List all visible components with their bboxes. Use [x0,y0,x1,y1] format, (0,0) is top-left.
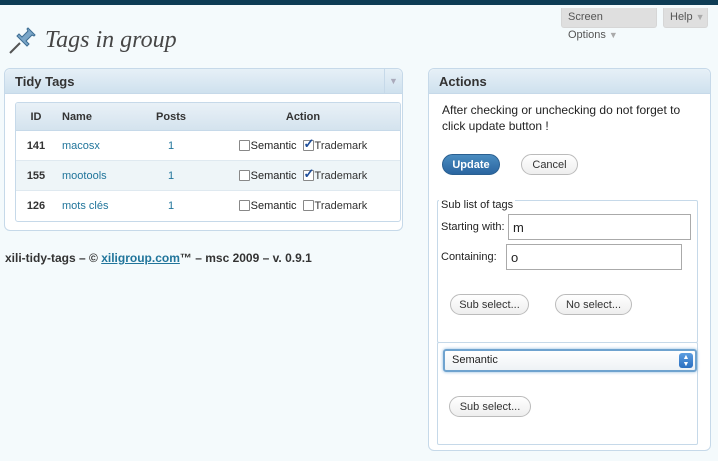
table-row: 155 mootools 1 Semantic Trademark [16,161,400,191]
update-reminder-text: After checking or unchecking do not forg… [442,103,681,133]
tag-name-link[interactable]: mots clés [62,200,108,212]
chevron-down-icon: ▼ [695,12,705,22]
semantic-label: Semantic [250,169,297,182]
xiligroup-link[interactable]: xiligroup.com [101,251,180,265]
tidy-tags-header: Tidy Tags ▼ [5,69,402,94]
trademark-label: Trademark [314,200,368,212]
trademark-checkbox[interactable] [302,136,314,152]
trademark-checkbox[interactable] [302,200,314,211]
column-header-action: Action [206,103,400,131]
semantic-label: Semantic [250,200,297,212]
semantic-checkbox[interactable] [238,200,250,211]
tag-group-selected-value: Semantic [452,354,498,366]
starting-with-input[interactable] [508,214,691,240]
tidy-tags-box: Tidy Tags ▼ ID Name Posts Action 141 mac… [4,68,403,231]
column-header-name: Name [56,103,136,131]
semantic-checkbox[interactable] [238,169,250,181]
semantic-checkbox[interactable] [238,139,250,151]
cancel-button[interactable]: Cancel [521,154,578,175]
sub-select-group-button[interactable]: Sub select... [449,396,531,417]
tidy-tags-title: Tidy Tags [15,74,75,89]
footer-prefix: xili-tidy-tags – © [5,251,102,265]
update-button[interactable]: Update [442,154,500,175]
table-header-row: ID Name Posts Action [16,103,400,131]
plugin-footer: xili-tidy-tags – © xiligroup.com™ – msc … [5,251,312,265]
admin-top-bar [0,0,718,5]
footer-suffix: ™ – msc 2009 – v. 0.9.1 [179,251,312,265]
table-row: 141 macosx 1 Semantic Trademark [16,131,400,161]
containing-label: Containing: [441,251,497,263]
tag-name-link[interactable]: macosx [62,140,100,152]
select-stepper-icon: ▲ ▼ [679,353,693,368]
trademark-label: Trademark [314,169,368,182]
actions-title: Actions [439,74,487,89]
page-title: Tags in group [45,26,177,53]
tag-id: 141 [16,131,56,161]
trademark-checkbox[interactable] [302,166,314,182]
sub-select-button[interactable]: Sub select... [450,294,529,315]
semantic-label: Semantic [250,139,297,152]
screen-options-button[interactable]: Screen Options ▼ [561,8,657,41]
tag-posts-link[interactable]: 1 [168,200,174,212]
tag-id: 155 [16,161,56,191]
tag-group-select[interactable]: Semantic ▲ ▼ [443,349,697,372]
page-header: Tags in group [7,24,177,56]
chevron-down-icon: ▼ [608,30,618,40]
tag-name-link[interactable]: mootools [62,170,107,182]
actions-header: Actions [429,69,710,94]
tag-posts-link[interactable]: 1 [168,170,174,182]
starting-with-label: Starting with: [441,221,505,233]
column-header-posts: Posts [136,103,206,131]
column-header-id: ID [16,103,56,131]
containing-input[interactable] [506,244,682,270]
help-button[interactable]: Help ▼ [663,8,708,28]
help-label: Help [670,11,693,23]
tag-id: 126 [26,200,46,212]
collapse-toggle-icon[interactable]: ▼ [384,69,402,94]
no-select-button[interactable]: No select... [555,294,632,315]
screen-options-label: Screen Options [568,11,606,41]
pushpin-icon [9,27,36,54]
tags-table: ID Name Posts Action 141 macosx 1 Semant… [15,102,401,222]
tag-posts-link[interactable]: 1 [168,140,174,152]
sub-list-legend: Sub list of tags [439,199,516,211]
table-row: 126 mots clés 1 Semantic Trademark [16,191,400,221]
trademark-label: Trademark [314,139,368,152]
